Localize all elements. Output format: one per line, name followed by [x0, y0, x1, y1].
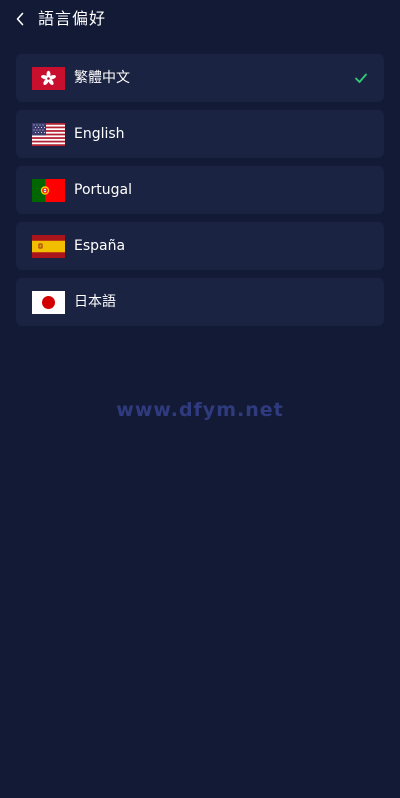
language-label: English [74, 126, 125, 142]
spain-flag-icon [32, 234, 65, 258]
checkmark-icon [355, 73, 367, 83]
language-option-japanese[interactable]: 日本語 [16, 278, 384, 326]
hong-kong-flag-icon [32, 66, 65, 90]
language-option-portuguese[interactable]: Portugal [16, 166, 384, 214]
language-option-english[interactable]: English [16, 110, 384, 158]
portugal-flag-icon [32, 178, 65, 202]
language-label: 繁體中文 [74, 70, 130, 86]
us-flag-icon [32, 122, 65, 146]
language-label: España [74, 238, 126, 254]
page-title: 語言偏好 [38, 9, 107, 28]
chevron-left-icon[interactable] [15, 12, 25, 26]
watermark-text: www.dfym.net [116, 399, 284, 421]
japan-flag-icon [32, 290, 65, 314]
language-list: 繁體中文 English Portugal España 日本語 [16, 54, 384, 334]
language-label: 日本語 [74, 294, 116, 310]
language-label: Portugal [74, 182, 132, 198]
back-button[interactable] [10, 9, 30, 29]
header-bar: 語言偏好 [0, 0, 400, 40]
language-option-traditional-chinese[interactable]: 繁體中文 [16, 54, 384, 102]
language-option-spanish[interactable]: España [16, 222, 384, 270]
